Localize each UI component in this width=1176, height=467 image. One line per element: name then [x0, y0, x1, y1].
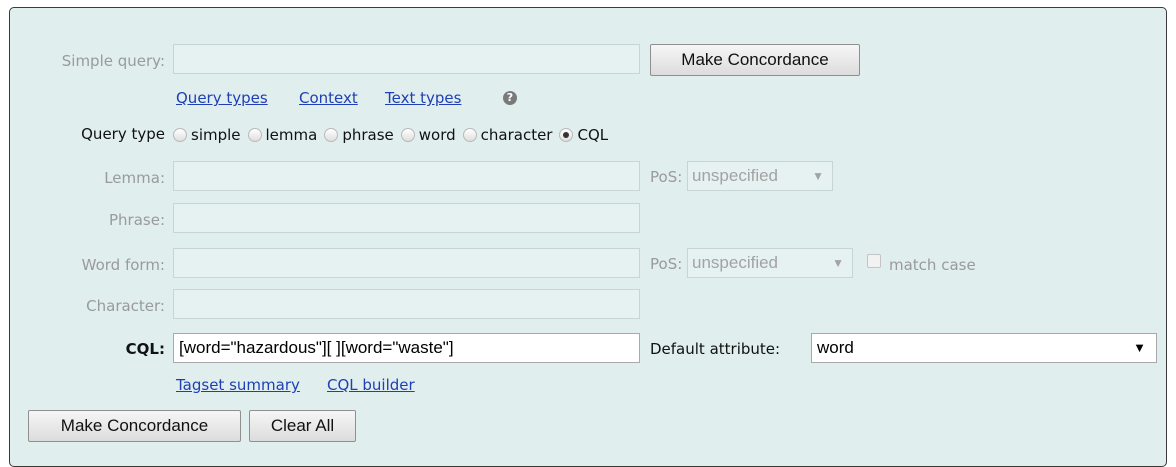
- lemma-pos-label: PoS:: [650, 168, 683, 186]
- radio-button-icon[interactable]: [173, 128, 187, 142]
- cql-input[interactable]: [word="hazardous"][ ][word="waste"]: [173, 333, 640, 363]
- word-form-input[interactable]: [173, 248, 640, 278]
- radio-lemma[interactable]: lemma: [247, 126, 318, 144]
- text-types-link[interactable]: Text types: [385, 89, 461, 107]
- radio-cql[interactable]: CQL: [559, 126, 608, 144]
- character-input[interactable]: [173, 289, 640, 319]
- word-form-label: Word form:: [81, 256, 165, 274]
- tagset-summary-link[interactable]: Tagset summary: [176, 376, 300, 394]
- phrase-input[interactable]: [173, 203, 640, 233]
- radio-cql-label: CQL: [577, 126, 609, 144]
- radio-button-icon[interactable]: [462, 128, 477, 142]
- simple-query-label: Simple query:: [61, 52, 165, 70]
- simple-query-input[interactable]: [173, 44, 640, 74]
- make-concordance-button[interactable]: Make Concordance: [28, 410, 241, 442]
- character-label: Character:: [86, 297, 165, 315]
- phrase-label: Phrase:: [108, 211, 165, 229]
- dropdown-arrow-icon: ▼: [1133, 340, 1146, 355]
- radio-word-label: word: [418, 126, 456, 144]
- default-attribute-select[interactable]: word ▼: [811, 333, 1157, 363]
- word-form-pos-select[interactable]: unspecified ▼: [687, 248, 853, 278]
- dropdown-arrow-icon: ▼: [812, 169, 824, 183]
- query-types-link[interactable]: Query types: [176, 89, 268, 107]
- cql-builder-link[interactable]: CQL builder: [327, 376, 415, 394]
- lemma-input[interactable]: [173, 161, 640, 191]
- radio-simple[interactable]: simple: [173, 126, 241, 144]
- match-case-label: match case: [889, 256, 976, 274]
- radio-button-icon[interactable]: [247, 128, 262, 142]
- radio-simple-label: simple: [191, 126, 241, 144]
- match-case-checkbox[interactable]: [867, 254, 881, 268]
- lemma-pos-select[interactable]: unspecified ▼: [687, 161, 833, 191]
- word-form-pos-label: PoS:: [650, 255, 683, 273]
- lemma-label: Lemma:: [104, 169, 165, 187]
- query-type-label: Query type: [81, 125, 165, 143]
- radio-character[interactable]: character: [462, 126, 553, 144]
- default-attribute-label: Default attribute:: [650, 340, 781, 358]
- cql-label: CQL:: [125, 340, 165, 358]
- radio-button-icon[interactable]: [400, 128, 415, 142]
- radio-button-checked-icon[interactable]: [559, 128, 574, 142]
- lemma-pos-value: unspecified: [692, 166, 779, 185]
- query-type-radio-group: simple lemma phrase word character CQL: [173, 123, 615, 147]
- make-concordance-top-button[interactable]: Make Concordance: [650, 44, 860, 76]
- radio-word[interactable]: word: [400, 126, 456, 144]
- dropdown-arrow-icon: ▼: [832, 256, 844, 270]
- radio-character-label: character: [480, 126, 553, 144]
- help-icon[interactable]: ?: [503, 91, 517, 105]
- word-form-pos-value: unspecified: [692, 253, 779, 272]
- radio-phrase-label: phrase: [342, 126, 394, 144]
- context-link[interactable]: Context: [299, 89, 358, 107]
- clear-all-button[interactable]: Clear All: [249, 410, 356, 442]
- default-attribute-value: word: [817, 338, 854, 357]
- query-form-panel: [9, 7, 1167, 467]
- radio-phrase[interactable]: phrase: [324, 126, 394, 144]
- radio-lemma-label: lemma: [265, 126, 318, 144]
- radio-button-icon[interactable]: [324, 128, 339, 142]
